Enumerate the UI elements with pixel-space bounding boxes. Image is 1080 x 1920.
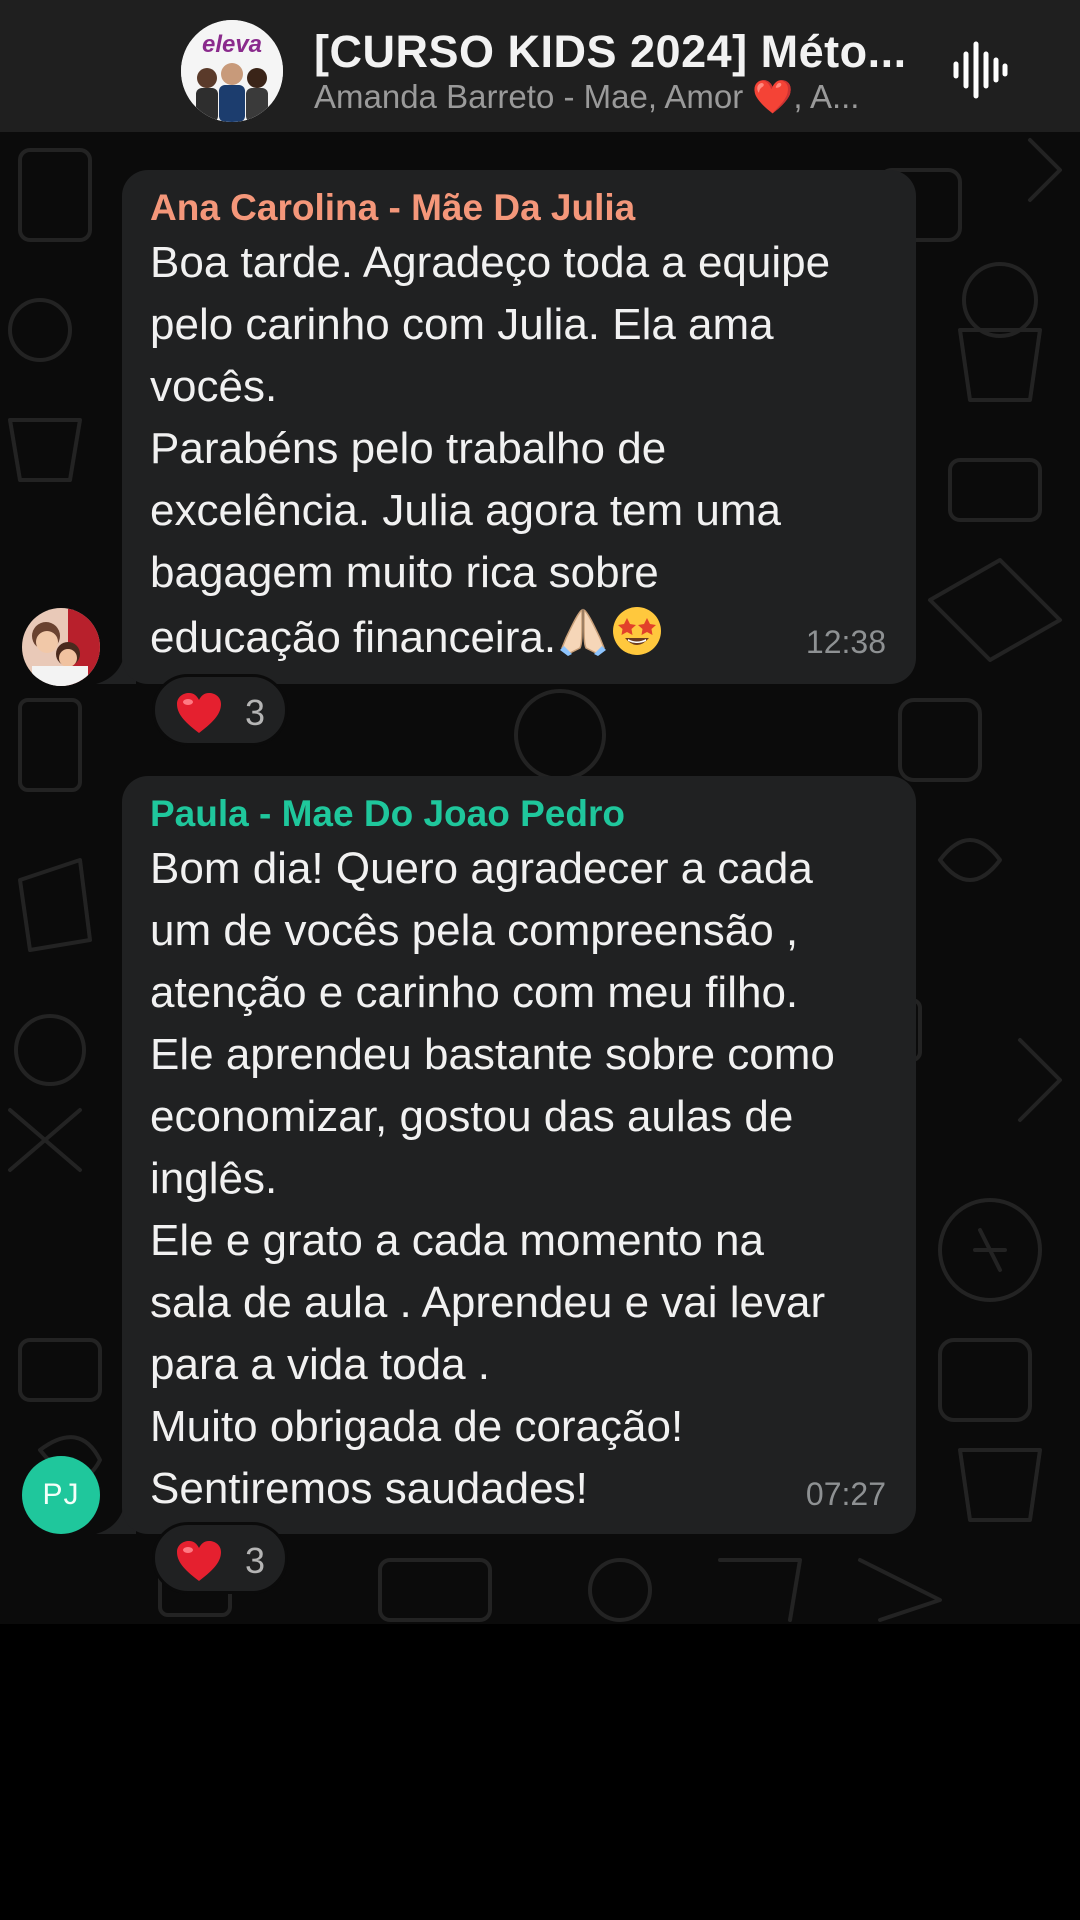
message-line: Ele e grato a cada momento na [150,1216,764,1265]
message-timestamp: 07:27 [805,1476,886,1512]
message-bubble-ana-carolina[interactable]: Ana Carolina - Mãe Da Julia Boa tarde. A… [122,170,916,684]
chat-area[interactable]: Ana Carolina - Mãe Da Julia Boa tarde. A… [0,0,1080,1624]
message-line: pelo carinho com Julia. Ela ama [150,300,774,349]
message-line: excelência. Julia agora tem uma [150,486,781,535]
message-line: um de vocês pela compreensão , [150,906,799,955]
star-struck-emoji-icon [613,607,662,655]
message-line: bagagem muito rica sobre [150,548,659,597]
group-title[interactable]: [CURSO KIDS 2024] Méto... [314,26,914,78]
message-line: Parabéns pelo trabalho de [150,424,667,473]
avatar-photo [22,608,100,686]
chat-header[interactable]: eleva [CURSO KIDS 2024] Méto... Amanda B… [0,0,1080,132]
message-line: Sentiremos saudades! [150,1464,588,1513]
message-line: sala de aula . Aprendeu e vai levar [150,1278,826,1327]
message-line: atenção e carinho com meu filho. [150,968,799,1017]
reaction-count: 3 [245,692,266,733]
avatar-ana-carolina[interactable] [22,608,100,686]
praying-hands-emoji-icon [560,608,607,656]
screen: Ana Carolina - Mãe Da Julia Boa tarde. A… [0,0,1080,1920]
message-timestamp: 12:38 [805,624,886,660]
message-line: Ele aprendeu bastante sobre como [150,1030,835,1079]
message-line: Bom dia! Quero agradecer a cada [150,844,813,893]
message-line: vocês. [150,362,278,411]
red-heart-emoji-icon [177,1541,221,1581]
message-line: inglês. [150,1154,278,1203]
message-line: economizar, gostou das aulas de [150,1092,794,1141]
avatar-initials: PJ [42,1478,80,1511]
message-bubble-paula[interactable]: Paula - Mae Do Joao Pedro Bom dia! Quero… [122,776,916,1534]
empty-lower-area [0,1624,1080,1920]
message-line: Muito obrigada de coração! [150,1402,684,1451]
message-line-text: educação financeira. [150,613,557,662]
message-line-last: educação financeira. [150,604,888,666]
group-avatar-image: eleva [181,20,283,122]
reaction-count: 3 [245,1540,266,1581]
avatar-paula[interactable]: PJ [22,1456,100,1534]
message-text: Bom dia! Quero agradecer a cada um de vo… [150,838,888,1520]
eleva-logo-text: eleva [202,31,262,58]
message-line: Boa tarde. Agradeço toda a equipe [150,238,831,287]
message-text: Boa tarde. Agradeço toda a equipe pelo c… [150,232,888,666]
reaction-pill[interactable]: 3 [152,1522,288,1594]
sender-name[interactable]: Paula - Mae Do Joao Pedro [150,790,888,838]
message-line: para a vida toda . [150,1340,491,1389]
red-heart-emoji-icon [177,693,221,733]
group-participants[interactable]: Amanda Barreto - Mae, Amor ❤️, A... [314,78,914,117]
reaction-pill[interactable]: 3 [152,674,288,746]
group-avatar[interactable]: eleva [181,20,283,122]
voice-chat-icon[interactable] [952,40,1008,100]
sender-name[interactable]: Ana Carolina - Mãe Da Julia [150,184,888,232]
